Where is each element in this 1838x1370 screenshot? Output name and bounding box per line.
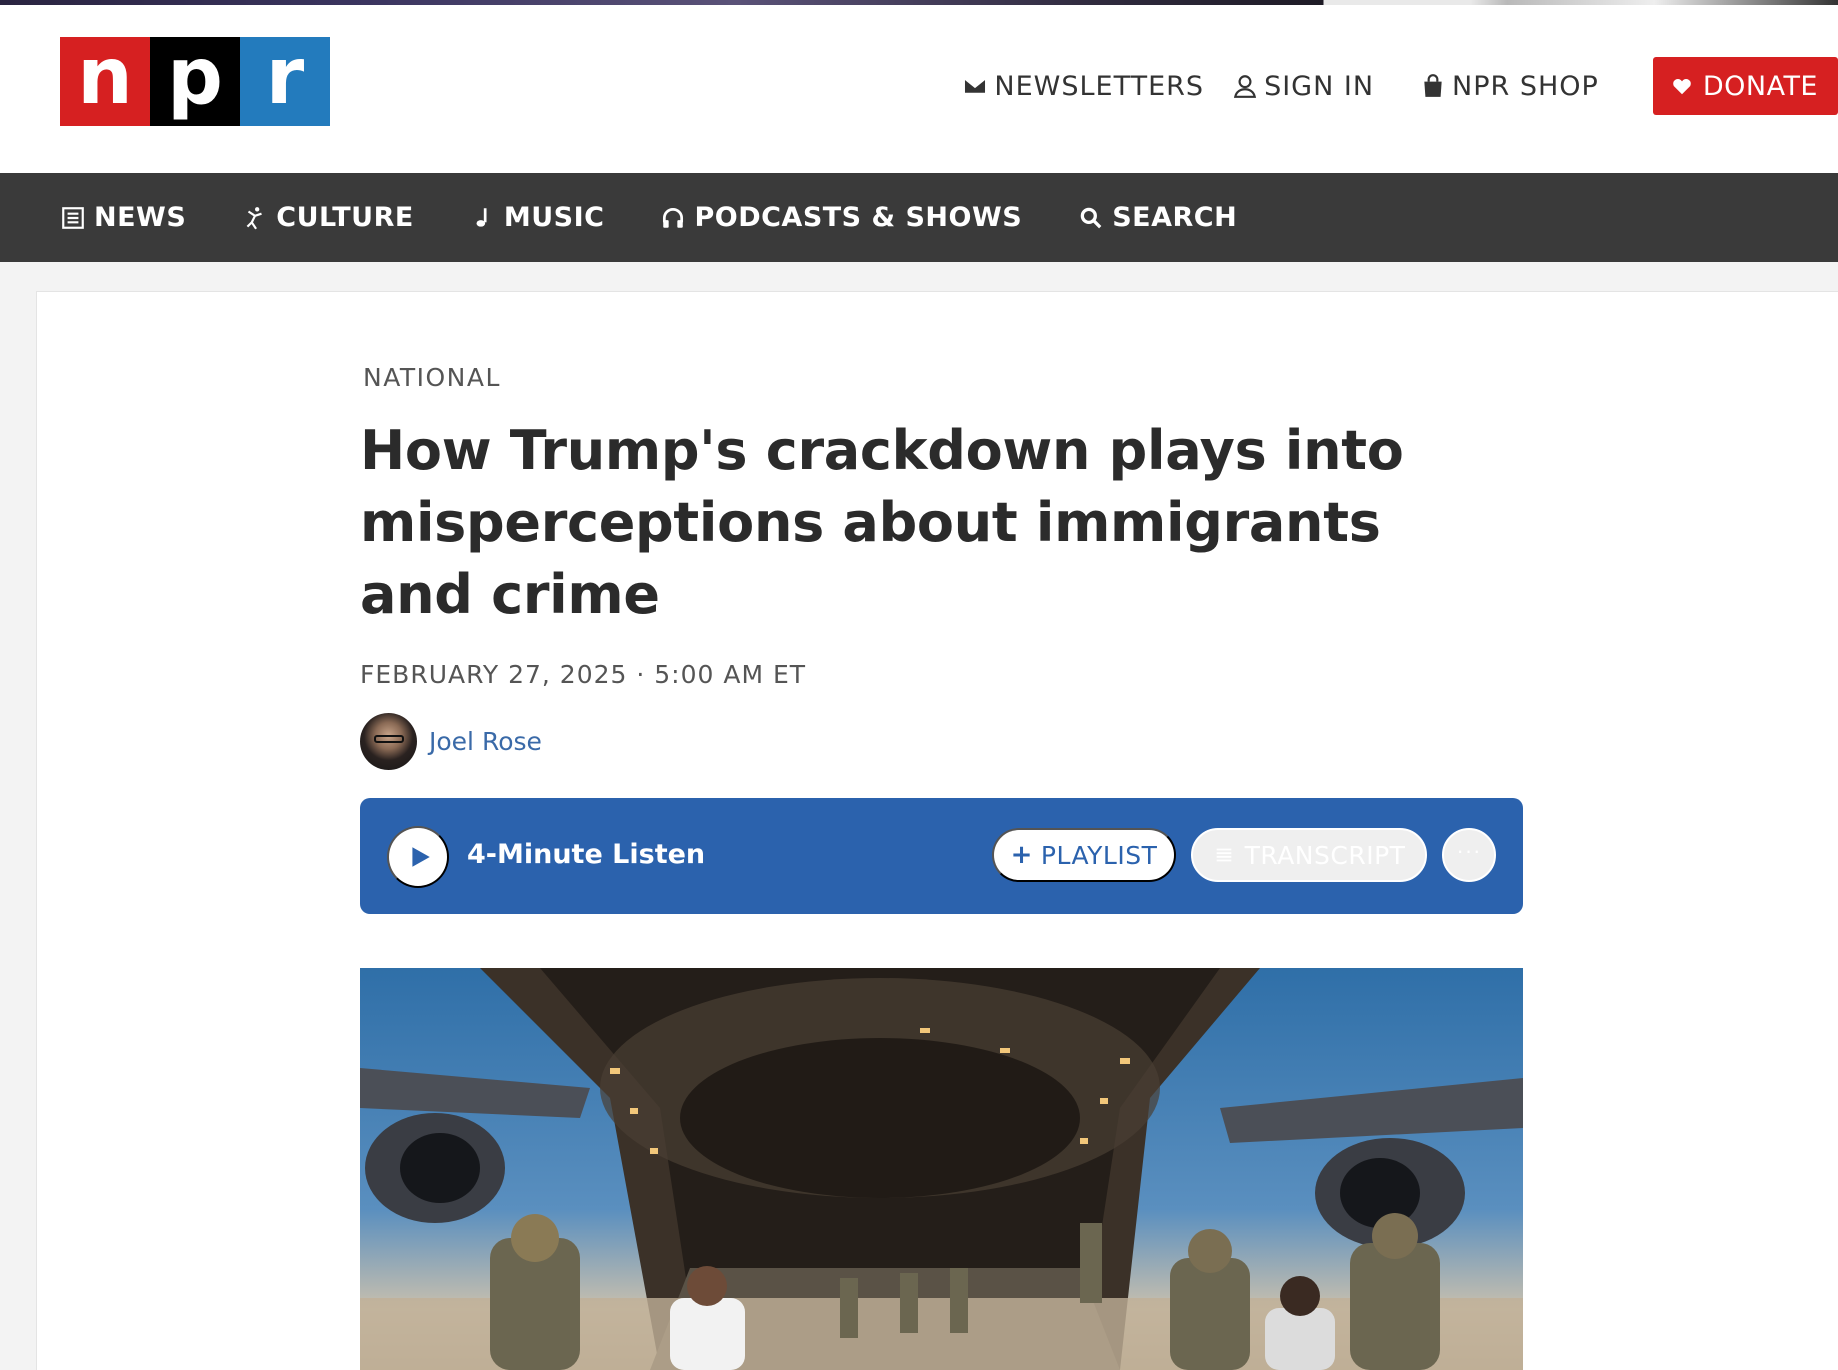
nav-search-label: SEARCH (1112, 202, 1238, 233)
nav-music-label: MUSIC (503, 202, 605, 233)
nav-item-podcasts[interactable]: PODCASTS & SHOWS (660, 202, 1022, 233)
transcript-button[interactable]: TRANSCRIPT (1191, 828, 1427, 882)
logo-letter-r: r (240, 37, 330, 126)
nav-item-news[interactable]: NEWS (60, 202, 186, 233)
play-icon (412, 847, 430, 867)
site-header: n p r NEWSLETTERS SIGN IN NPR SHOP DONAT… (0, 5, 1838, 173)
utility-nav: NEWSLETTERS SIGN IN NPR SHOP DONATE (934, 53, 1838, 119)
shopping-bag-icon (1424, 74, 1442, 97)
play-button[interactable] (387, 826, 449, 888)
logo-letter-n: n (60, 37, 150, 126)
nav-culture-label: CULTURE (276, 202, 414, 233)
envelope-icon (963, 77, 988, 95)
nav-item-search[interactable]: SEARCH (1078, 202, 1237, 233)
nav-item-music[interactable]: MUSIC (470, 202, 605, 233)
newsletters-label: NEWSLETTERS (994, 70, 1205, 102)
more-options-button[interactable]: ··· (1442, 828, 1496, 882)
main-nav: NEWS CULTURE MUSIC PODCASTS & SHOWS SEAR… (0, 173, 1838, 262)
logo-letter-p: p (150, 37, 240, 126)
search-icon (1080, 207, 1102, 228)
nav-item-culture[interactable]: CULTURE (242, 202, 414, 233)
avatar-glasses (374, 735, 404, 743)
transcript-label: TRANSCRIPT (1244, 840, 1406, 870)
npr-shop-link[interactable]: NPR SHOP (1420, 71, 1599, 102)
nav-podcasts-label: PODCASTS & SHOWS (694, 202, 1023, 233)
heart-icon (1672, 78, 1691, 95)
add-to-playlist-button[interactable]: + PLAYLIST (992, 828, 1176, 882)
article-dateline: FEBRUARY 27, 2025 · 5:00 AM ET (360, 660, 807, 689)
dancer-icon (246, 206, 263, 229)
hero-image[interactable] (360, 968, 1523, 1370)
hero-photo (360, 968, 1523, 1370)
newsletters-link[interactable]: NEWSLETTERS (962, 71, 1204, 102)
donate-label: DONATE (1702, 70, 1818, 102)
transcript-icon (1216, 848, 1231, 862)
listen-duration-label: 4-Minute Listen (467, 839, 706, 870)
npr-shop-label: NPR SHOP (1452, 70, 1599, 102)
playlist-label: PLAYLIST (1040, 840, 1158, 870)
donate-button[interactable]: DONATE (1652, 57, 1838, 115)
section-label[interactable]: NATIONAL (363, 363, 501, 392)
newspaper-icon (62, 206, 84, 229)
headphones-icon (663, 207, 684, 228)
nav-news-label: NEWS (94, 202, 187, 233)
npr-logo[interactable]: n p r (60, 37, 330, 126)
author-avatar[interactable] (360, 713, 417, 770)
author-link[interactable]: Joel Rose (429, 727, 542, 756)
byline: Joel Rose (360, 713, 542, 770)
sign-in-link[interactable]: SIGN IN (1232, 71, 1374, 102)
audio-player: 4-Minute Listen + PLAYLIST TRANSCRIPT ··… (360, 798, 1523, 914)
article-headline: How Trump's crackdown plays into misperc… (360, 419, 1404, 626)
plus-icon: + (1010, 840, 1033, 870)
music-note-icon (476, 207, 487, 227)
sign-in-label: SIGN IN (1264, 70, 1375, 102)
user-icon (1233, 75, 1257, 98)
